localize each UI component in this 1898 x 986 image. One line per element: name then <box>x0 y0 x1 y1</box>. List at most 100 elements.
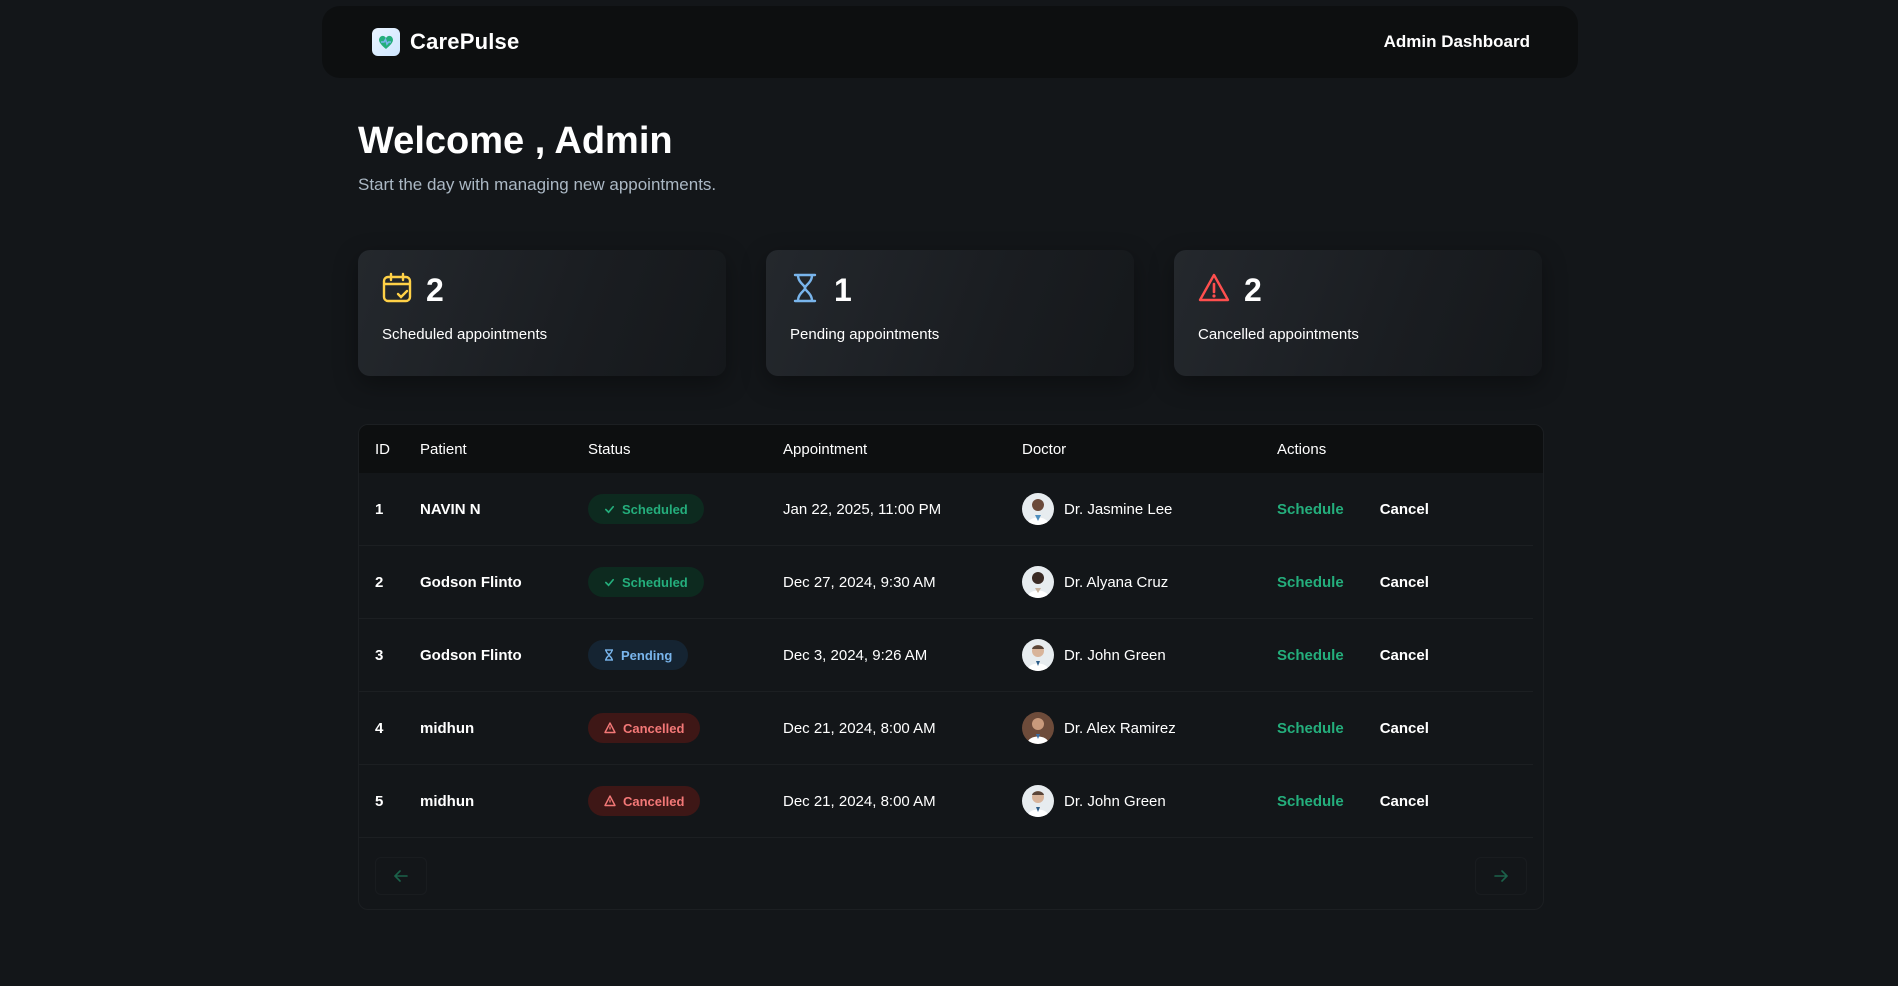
stat-card-cancelled: 2 Cancelled appointments <box>1174 250 1542 376</box>
cell-doctor: Dr. John Green <box>1022 639 1277 671</box>
stat-label: Scheduled appointments <box>382 326 548 343</box>
doctor-name: Dr. Alex Ramirez <box>1064 719 1176 737</box>
cell-patient: NAVIN N <box>420 500 481 518</box>
stat-count: 2 <box>426 271 444 308</box>
doctor-avatar <box>1022 639 1054 671</box>
warning-icon <box>1198 272 1230 309</box>
status-text: Cancelled <box>623 793 685 809</box>
cell-actions: Schedule Cancel <box>1277 647 1429 664</box>
doctor-avatar <box>1022 712 1054 744</box>
admin-dashboard-label: Admin Dashboard <box>1383 32 1530 51</box>
doctor-avatar <box>1022 566 1054 598</box>
prev-page-button[interactable] <box>375 857 427 895</box>
cancel-button[interactable]: Cancel <box>1380 793 1429 810</box>
cell-id: 4 <box>375 719 384 737</box>
cancel-button[interactable]: Cancel <box>1380 501 1429 518</box>
warning-icon <box>604 722 616 734</box>
table-row: 4 midhun Cancelled Dec 21, 2024, 8:00 AM… <box>359 692 1533 765</box>
stat-count: 1 <box>834 271 852 308</box>
schedule-button[interactable]: Schedule <box>1277 501 1344 518</box>
cell-status: Pending <box>588 640 783 670</box>
arrow-right-icon <box>1494 870 1508 882</box>
doctor-name: Dr. Jasmine Lee <box>1064 500 1173 518</box>
status-badge: Cancelled <box>588 786 701 816</box>
cell-id: 2 <box>375 573 384 591</box>
cell-appointment: Dec 27, 2024, 9:30 AM <box>783 573 936 591</box>
cell-status: Cancelled <box>588 713 783 743</box>
status-text: Pending <box>621 647 673 663</box>
next-page-button[interactable] <box>1475 857 1527 895</box>
header-appointment: Appointment <box>783 440 868 458</box>
status-badge: Scheduled <box>588 494 704 524</box>
stat-cards: 2 Scheduled appointments 1 Pending appoi… <box>358 250 1542 376</box>
top-navbar: CarePulse Admin Dashboard <box>322 6 1578 78</box>
schedule-button[interactable]: Schedule <box>1277 793 1344 810</box>
cancel-button[interactable]: Cancel <box>1380 720 1429 737</box>
stat-card-pending: 1 Pending appointments <box>766 250 1134 376</box>
cell-id: 5 <box>375 792 384 810</box>
header-actions: Actions <box>1277 440 1327 458</box>
page-title: Welcome , Admin <box>358 120 673 162</box>
status-badge: Scheduled <box>588 567 704 597</box>
page-subtitle: Start the day with managing new appointm… <box>358 175 717 194</box>
welcome-section: Welcome , Admin Start the day with manag… <box>358 120 716 195</box>
schedule-button[interactable]: Schedule <box>1277 647 1344 664</box>
stat-label: Pending appointments <box>790 326 940 343</box>
warning-icon <box>604 795 616 807</box>
cancel-button[interactable]: Cancel <box>1380 647 1429 664</box>
status-badge: Cancelled <box>588 713 701 743</box>
cell-appointment: Dec 21, 2024, 8:00 AM <box>783 719 936 737</box>
cell-doctor: Dr. John Green <box>1022 785 1277 817</box>
status-text: Scheduled <box>622 501 688 517</box>
cell-patient: Godson Flinto <box>420 573 522 591</box>
hourglass-icon <box>605 649 613 661</box>
stat-label: Cancelled appointments <box>1198 326 1359 343</box>
stat-card-scheduled: 2 Scheduled appointments <box>358 250 726 376</box>
cell-appointment: Jan 22, 2025, 11:00 PM <box>783 500 942 518</box>
hourglass-icon <box>790 272 820 309</box>
status-text: Cancelled <box>623 720 685 736</box>
cell-status: Scheduled <box>588 494 783 524</box>
doctor-name: Dr. John Green <box>1064 646 1166 664</box>
cell-appointment: Dec 3, 2024, 9:26 AM <box>783 646 928 664</box>
cell-appointment: Dec 21, 2024, 8:00 AM <box>783 792 936 810</box>
schedule-button[interactable]: Schedule <box>1277 574 1344 591</box>
table-row: 2 Godson Flinto Scheduled Dec 27, 2024, … <box>359 546 1533 619</box>
stat-count: 2 <box>1244 271 1262 308</box>
cell-id: 1 <box>375 500 384 518</box>
doctor-avatar <box>1022 785 1054 817</box>
header-id: ID <box>375 440 390 458</box>
header-status: Status <box>588 440 631 458</box>
cell-patient: midhun <box>420 792 475 810</box>
cell-doctor: Dr. Alyana Cruz <box>1022 566 1277 598</box>
schedule-button[interactable]: Schedule <box>1277 720 1344 737</box>
table-row: 3 Godson Flinto Pending Dec 3, 2024, 9:2… <box>359 619 1533 692</box>
cancel-button[interactable]: Cancel <box>1380 574 1429 591</box>
table-row: 5 midhun Cancelled Dec 21, 2024, 8:00 AM… <box>359 765 1533 838</box>
status-badge: Pending <box>588 640 689 670</box>
check-icon <box>605 505 614 513</box>
pagination <box>375 857 1527 895</box>
table-row: 1 NAVIN N Scheduled Jan 22, 2025, 11:00 … <box>359 473 1533 546</box>
cell-patient: Godson Flinto <box>420 646 522 664</box>
table-header: ID Patient Status Appointment Doctor Act… <box>359 425 1543 473</box>
header-doctor: Doctor <box>1022 440 1067 458</box>
cell-patient: midhun <box>420 719 475 737</box>
check-icon <box>605 578 614 586</box>
calendar-check-icon <box>382 272 412 309</box>
status-text: Scheduled <box>622 574 688 590</box>
cell-id: 3 <box>375 646 384 664</box>
cell-actions: Schedule Cancel <box>1277 501 1429 518</box>
appointments-table: ID Patient Status Appointment Doctor Act… <box>358 424 1544 910</box>
brand-name: CarePulse <box>410 29 520 54</box>
carepulse-logo-icon <box>372 28 400 56</box>
cell-actions: Schedule Cancel <box>1277 574 1429 591</box>
brand[interactable]: CarePulse <box>372 28 519 56</box>
cell-doctor: Dr. Jasmine Lee <box>1022 493 1277 525</box>
doctor-name: Dr. Alyana Cruz <box>1064 573 1169 591</box>
doctor-avatar <box>1022 493 1054 525</box>
cell-status: Cancelled <box>588 786 783 816</box>
cell-actions: Schedule Cancel <box>1277 720 1429 737</box>
cell-actions: Schedule Cancel <box>1277 793 1429 810</box>
cell-status: Scheduled <box>588 567 783 597</box>
